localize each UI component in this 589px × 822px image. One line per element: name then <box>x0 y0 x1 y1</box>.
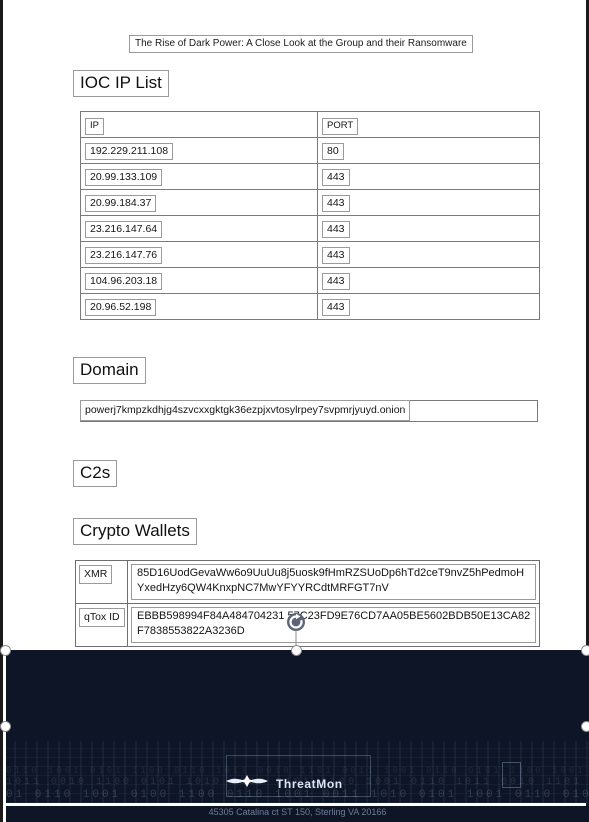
port-value: 443 <box>322 299 350 316</box>
section-heading-c2s: C2s <box>73 460 118 487</box>
page-title: The Rise of Dark Power: A Close Look at … <box>129 35 473 53</box>
brand-logo: ThreatMon <box>224 773 343 794</box>
wallet-address-xmr: 85D16UodGevaWw6o9UuUu8j5uosk9fHmRZSUoDp6… <box>131 564 536 600</box>
table-cell-port: 80 <box>317 137 540 164</box>
domain-row: powerj7kmpzkdhjg4szvcxxgktgk36ezpjxvtosy… <box>80 400 538 422</box>
selection-handle-top-left[interactable] <box>0 645 11 656</box>
ip-value: 20.99.133.109 <box>85 169 163 186</box>
table-cell-port: 443 <box>317 215 540 242</box>
footer-address-strip: 45305 Catalina ct ST 150, Sterling VA 20… <box>6 806 589 822</box>
column-header-ip: IP <box>85 117 104 135</box>
port-value: 443 <box>322 169 350 186</box>
selection-handle-middle-left[interactable] <box>0 721 11 732</box>
table-row: 23.216.147.76 443 <box>80 241 540 268</box>
ip-value: 20.96.52.198 <box>85 299 157 316</box>
section-heading-domain: Domain <box>73 357 146 384</box>
ip-value: 20.99.184.37 <box>85 195 157 212</box>
table-cell-port: 443 <box>317 189 540 216</box>
table-row: 23.216.147.64 443 <box>80 215 540 242</box>
ip-value: 192.229.211.108 <box>85 143 174 160</box>
port-value: 80 <box>322 143 344 160</box>
ip-value: 104.96.203.18 <box>85 273 163 290</box>
table-cell-wallet-value: 85D16UodGevaWw6o9UuUu8j5uosk9fHmRZSUoDp6… <box>127 560 540 604</box>
table-row: qTox ID EBBB598994F84A484704231 57C23FD9… <box>75 603 540 647</box>
port-value: 443 <box>322 247 350 264</box>
domain-value: powerj7kmpzkdhjg4szvcxxgktgk36ezpjxvtosy… <box>80 400 411 421</box>
table-cell-ip: 20.96.52.198 <box>80 293 318 320</box>
selection-handle-middle-right[interactable] <box>581 721 589 732</box>
table-cell-wallet-label: XMR <box>75 560 128 604</box>
table-cell-port-header: PORT <box>317 111 540 138</box>
table-cell-ip-header: IP <box>80 111 318 138</box>
document-title-container: The Rise of Dark Power: A Close Look at … <box>129 33 473 53</box>
table-header-row: IP PORT <box>80 111 540 138</box>
table-row: 20.96.52.198 443 <box>80 293 540 320</box>
wallet-address-qtox: EBBB598994F84A484704231 57C23FD9E76CD7AA… <box>131 607 536 643</box>
table-row: XMR 85D16UodGevaWw6o9UuUu8j5uosk9fHmRZSU… <box>75 560 540 604</box>
table-row: 20.99.184.37 443 <box>80 189 540 216</box>
table-cell-ip: 192.229.211.108 <box>80 137 318 164</box>
table-cell-wallet-value: EBBB598994F84A484704231 57C23FD9E76CD7AA… <box>127 603 540 647</box>
rotate-handle-stem <box>295 630 297 646</box>
selection-handle-top-center[interactable] <box>291 645 302 656</box>
winged-emblem-icon <box>224 773 270 794</box>
crypto-wallets-table: XMR 85D16UodGevaWw6o9UuUu8j5uosk9fHmRZSU… <box>75 560 540 647</box>
ioc-ip-table: IP PORT 192.229.211.108 80 20.99.133.109… <box>80 111 540 320</box>
ip-value: 23.216.147.76 <box>85 247 163 264</box>
table-cell-port: 443 <box>317 163 540 190</box>
port-value: 443 <box>322 273 350 290</box>
selection-handle-top-right[interactable] <box>581 645 589 656</box>
table-cell-ip: 23.216.147.64 <box>80 215 318 242</box>
ip-value: 23.216.147.64 <box>85 221 163 238</box>
document-page: The Rise of Dark Power: A Close Look at … <box>0 0 589 822</box>
table-row: 104.96.203.18 443 <box>80 267 540 294</box>
table-cell-ip: 20.99.184.37 <box>80 189 318 216</box>
wallet-label-xmr: XMR <box>79 565 113 584</box>
table-cell-ip: 23.216.147.76 <box>80 241 318 268</box>
brand-name: ThreatMon <box>276 776 343 791</box>
rotate-handle[interactable] <box>286 612 306 646</box>
table-cell-port: 443 <box>317 293 540 320</box>
table-cell-ip: 104.96.203.18 <box>80 267 318 294</box>
port-value: 443 <box>322 195 350 212</box>
company-address: 45305 Catalina ct ST 150, Sterling VA 20… <box>208 807 387 817</box>
port-value: 443 <box>322 221 350 238</box>
footer-banner-object[interactable]: 0110 1001 0101 1100 0110 1011 0010 1101 … <box>6 650 589 803</box>
wallet-label-qtox: qTox ID <box>79 608 125 627</box>
table-cell-wallet-label: qTox ID <box>75 603 128 647</box>
column-header-port: PORT <box>322 117 359 135</box>
table-cell-ip: 20.99.133.109 <box>80 163 318 190</box>
placeholder-box <box>502 762 521 788</box>
table-cell-port: 443 <box>317 267 540 294</box>
section-heading-ioc-ip-list: IOC IP List <box>73 70 169 97</box>
section-heading-crypto-wallets: Crypto Wallets <box>73 518 197 545</box>
table-row: 20.99.133.109 443 <box>80 163 540 190</box>
table-row: 192.229.211.108 80 <box>80 137 540 164</box>
table-cell-port: 443 <box>317 241 540 268</box>
